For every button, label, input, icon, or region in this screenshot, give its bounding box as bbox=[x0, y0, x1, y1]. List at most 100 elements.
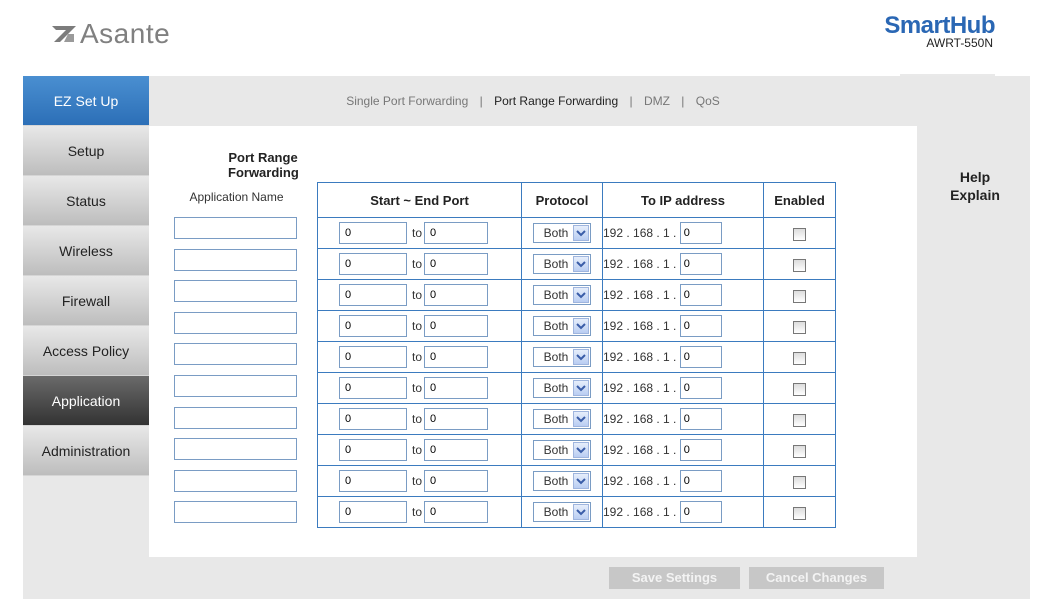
application-name-input[interactable] bbox=[174, 311, 297, 334]
enabled-checkbox[interactable] bbox=[793, 289, 806, 303]
asante-logo-icon bbox=[52, 26, 76, 42]
protocol-select[interactable]: Both bbox=[533, 285, 591, 305]
application-name-input[interactable] bbox=[174, 343, 297, 366]
application-name-input[interactable] bbox=[174, 438, 297, 461]
protocol-select[interactable]: Both bbox=[533, 502, 591, 522]
start-port-input[interactable] bbox=[339, 439, 407, 461]
enabled-checkbox[interactable] bbox=[793, 382, 806, 396]
start-port-input[interactable] bbox=[339, 284, 407, 306]
protocol-select[interactable]: Both bbox=[533, 471, 591, 491]
ip-last-octet-input[interactable] bbox=[679, 284, 722, 306]
ports-header: Start ~ End Port bbox=[317, 182, 522, 218]
sidebar-item-firewall[interactable]: Firewall bbox=[23, 276, 149, 326]
end-port-input[interactable] bbox=[424, 439, 489, 461]
protocol-select[interactable]: Both bbox=[533, 347, 591, 367]
end-port-input[interactable] bbox=[424, 377, 489, 399]
port-range-cell: to bbox=[317, 465, 522, 497]
protocol-value: Both bbox=[543, 474, 569, 488]
ip-last-octet-input[interactable] bbox=[679, 470, 722, 492]
sidebar: EZ Set Up Setup Status Wireless Firewall… bbox=[23, 76, 149, 476]
application-name-input[interactable] bbox=[174, 406, 297, 429]
protocol-select[interactable]: Both bbox=[533, 409, 591, 429]
enabled-checkbox[interactable] bbox=[793, 444, 806, 458]
help-panel[interactable]: Help Explain bbox=[930, 168, 1020, 204]
to-label: to bbox=[412, 288, 423, 302]
enabled-checkbox[interactable] bbox=[793, 258, 806, 272]
start-port-input[interactable] bbox=[339, 253, 407, 275]
ip-prefix: 192 . 168 . 1 . bbox=[603, 474, 677, 488]
port-range-cell: to bbox=[317, 434, 522, 466]
end-port-input[interactable] bbox=[424, 222, 489, 244]
end-port-input[interactable] bbox=[424, 501, 489, 523]
enabled-cell bbox=[763, 310, 836, 342]
ip-last-octet-input[interactable] bbox=[679, 222, 722, 244]
subnav-dmz[interactable]: DMZ bbox=[644, 94, 670, 108]
asante-logo: Asante bbox=[52, 18, 170, 50]
end-port-input[interactable] bbox=[424, 408, 489, 430]
sidebar-item-ez-set-up[interactable]: EZ Set Up bbox=[23, 76, 149, 126]
start-port-input[interactable] bbox=[339, 346, 407, 368]
protocol-value: Both bbox=[543, 226, 569, 240]
ip-last-octet-input[interactable] bbox=[679, 315, 722, 337]
ip-last-octet-input[interactable] bbox=[679, 408, 722, 430]
enabled-checkbox[interactable] bbox=[793, 320, 806, 334]
ip-last-octet-input[interactable] bbox=[679, 377, 722, 399]
end-port-input[interactable] bbox=[424, 346, 489, 368]
sidebar-item-access-policy[interactable]: Access Policy bbox=[23, 326, 149, 376]
start-port-input[interactable] bbox=[339, 408, 407, 430]
protocol-cell: Both bbox=[521, 403, 603, 435]
end-port-input[interactable] bbox=[424, 284, 489, 306]
subnav-port-range-forwarding[interactable]: Port Range Forwarding bbox=[494, 94, 618, 108]
protocol-header: Protocol bbox=[521, 182, 603, 218]
protocol-select[interactable]: Both bbox=[533, 316, 591, 336]
chevron-down-icon bbox=[573, 504, 589, 520]
start-port-input[interactable] bbox=[339, 377, 407, 399]
enabled-checkbox[interactable] bbox=[793, 413, 806, 427]
enabled-checkbox[interactable] bbox=[793, 227, 806, 241]
port-range-cell: to bbox=[317, 279, 522, 311]
end-port-input[interactable] bbox=[424, 470, 489, 492]
ip-last-octet-input[interactable] bbox=[679, 501, 722, 523]
start-port-input[interactable] bbox=[339, 501, 407, 523]
sidebar-item-administration[interactable]: Administration bbox=[23, 426, 149, 476]
table-row: to Both 192 . 168 . 1 . bbox=[317, 496, 836, 528]
ip-last-octet-input[interactable] bbox=[679, 346, 722, 368]
port-range-cell: to bbox=[317, 341, 522, 373]
start-port-input[interactable] bbox=[339, 315, 407, 337]
subnav-qos[interactable]: QoS bbox=[696, 94, 720, 108]
protocol-select[interactable]: Both bbox=[533, 223, 591, 243]
start-port-input[interactable] bbox=[339, 470, 407, 492]
sidebar-item-status[interactable]: Status bbox=[23, 176, 149, 226]
sidebar-item-wireless[interactable]: Wireless bbox=[23, 226, 149, 276]
sidebar-item-application[interactable]: Application bbox=[23, 376, 149, 426]
enabled-cell bbox=[763, 403, 836, 435]
end-port-input[interactable] bbox=[424, 253, 489, 275]
protocol-cell: Both bbox=[521, 434, 603, 466]
table-row: to Both 192 . 168 . 1 . bbox=[317, 372, 836, 404]
protocol-select[interactable]: Both bbox=[533, 378, 591, 398]
enabled-checkbox[interactable] bbox=[793, 506, 806, 520]
sidebar-item-setup[interactable]: Setup bbox=[23, 126, 149, 176]
application-name-input[interactable] bbox=[174, 501, 297, 524]
subnav-single-port-forwarding[interactable]: Single Port Forwarding bbox=[346, 94, 468, 108]
application-name-input[interactable] bbox=[174, 375, 297, 397]
ip-last-octet-input[interactable] bbox=[679, 253, 722, 275]
save-settings-button[interactable]: Save Settings bbox=[609, 567, 740, 589]
application-name-input[interactable] bbox=[174, 280, 297, 303]
protocol-select[interactable]: Both bbox=[533, 254, 591, 274]
end-port-input[interactable] bbox=[424, 315, 489, 337]
enabled-cell bbox=[763, 217, 836, 249]
enabled-cell bbox=[763, 465, 836, 497]
ip-last-octet-input[interactable] bbox=[679, 439, 722, 461]
protocol-select[interactable]: Both bbox=[533, 440, 591, 460]
application-name-input[interactable] bbox=[174, 469, 297, 492]
start-port-input[interactable] bbox=[339, 222, 407, 244]
enabled-checkbox[interactable] bbox=[793, 475, 806, 489]
application-name-input[interactable] bbox=[174, 248, 297, 271]
to-label: to bbox=[412, 505, 423, 519]
cancel-changes-button[interactable]: Cancel Changes bbox=[749, 567, 884, 589]
application-name-input[interactable] bbox=[174, 217, 297, 239]
protocol-value: Both bbox=[543, 257, 569, 271]
enabled-checkbox[interactable] bbox=[793, 351, 806, 365]
protocol-value: Both bbox=[543, 412, 569, 426]
